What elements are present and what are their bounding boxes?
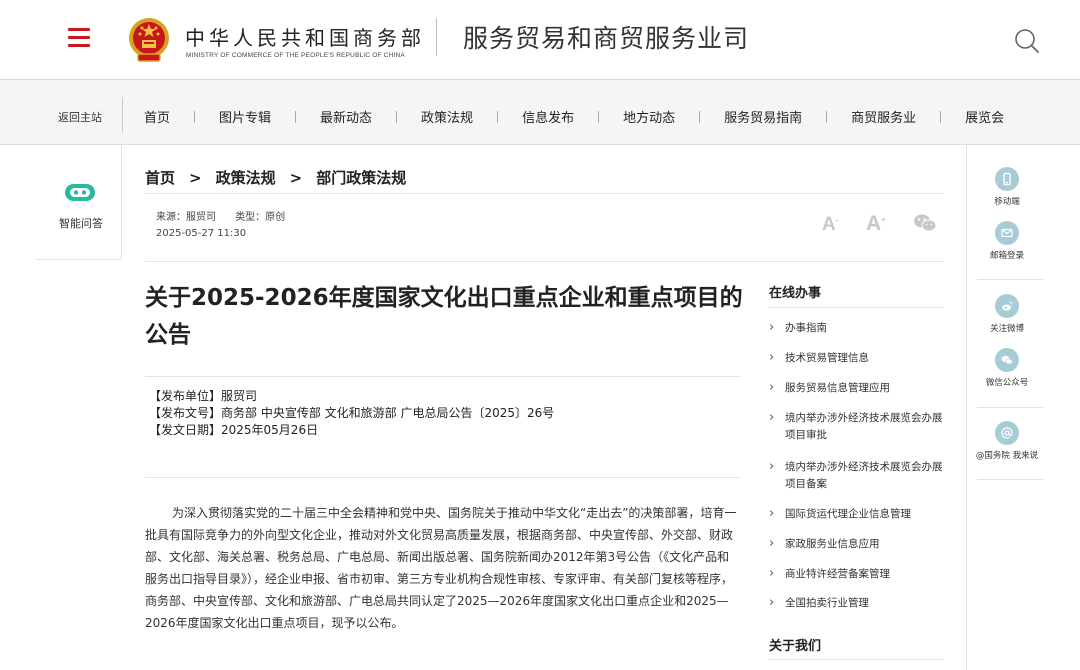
document-info: 【发布单位】服贸司 【发布文号】商务部 中央宣传部 文化和旅游部 广电总局公告〔…	[149, 388, 554, 439]
weibo-link[interactable]: 关注微博	[967, 294, 1047, 334]
smart-qa-label[interactable]: 智能问答	[59, 215, 103, 231]
state-council-link[interactable]: @国务院 我来说	[967, 421, 1047, 461]
online-services-title: 在线办事	[769, 286, 822, 301]
mobile-link[interactable]: 移动端	[967, 167, 1047, 207]
org-name-cn[interactable]: 中华人民共和国商务部	[185, 22, 425, 51]
org-name-en: MINISTRY OF COMMERCE OF THE PEOPLE'S REP…	[186, 52, 405, 59]
font-increase-sup: +	[881, 215, 886, 224]
nav-item-latest-news[interactable]: 最新动态	[320, 107, 372, 126]
title-divider	[145, 376, 741, 377]
article-source: 来源：服贸司	[156, 212, 216, 223]
font-decrease-sup: -	[835, 215, 839, 225]
font-size-decrease-button[interactable]: A-	[822, 214, 838, 236]
sidebar-item-auction[interactable]: 全国拍卖行业管理	[769, 595, 944, 612]
sidebar-item-freight-forwarding[interactable]: 国际货运代理企业信息管理	[769, 506, 944, 523]
weibo-icon[interactable]	[995, 294, 1019, 318]
breadcrumb-dept-policies[interactable]: 部门政策法规	[316, 169, 406, 187]
robot-assistant-icon[interactable]	[64, 181, 96, 203]
meta-divider	[145, 261, 944, 262]
nav-divider	[122, 97, 123, 133]
breadcrumb-home[interactable]: 首页	[145, 169, 175, 187]
doc-number: 【发布文号】商务部 中央宣传部 文化和旅游部 广电总局公告〔2025〕26号	[149, 406, 555, 420]
info-divider	[145, 477, 741, 478]
nav-item-trade-guide[interactable]: 服务贸易指南	[724, 107, 802, 126]
nav-separator	[295, 110, 297, 123]
sidebar-item-franchise[interactable]: 商业特许经营备案管理	[769, 566, 944, 583]
right-bar-divider	[977, 479, 1043, 480]
nav-separator	[194, 110, 196, 123]
nav-separator	[497, 110, 499, 123]
nav-separator	[826, 110, 828, 123]
mail-login-link[interactable]: 邮箱登录	[967, 221, 1047, 261]
doc-publisher: 【发布单位】服贸司	[149, 389, 258, 403]
mobile-label[interactable]: 移动端	[967, 195, 1047, 207]
wechat-share-icon[interactable]	[913, 213, 937, 233]
header-divider	[436, 18, 437, 56]
wechat-icon[interactable]	[995, 348, 1019, 372]
nav-item-home[interactable]: 首页	[144, 107, 170, 126]
nav-separator	[940, 110, 942, 123]
sidebar-item-housekeeping[interactable]: 家政服务业信息应用	[769, 536, 944, 553]
wechat-official-label[interactable]: 微信公众号	[967, 376, 1047, 388]
breadcrumb-policies[interactable]: 政策法规	[216, 169, 276, 187]
sidebar-item-service-trade-info[interactable]: 服务贸易信息管理应用	[769, 380, 944, 397]
font-decrease-glyph: A	[822, 214, 836, 235]
nav-separator	[699, 110, 701, 123]
article-body: 为深入贯彻落实党的二十届三中全会精神和党中央、国务院关于推动中华文化“走出去”的…	[145, 506, 737, 630]
breadcrumb-separator: >	[289, 169, 303, 187]
article-title: 关于2025-2026年度国家文化出口重点企业和重点项目的公告	[145, 285, 743, 348]
mail-icon[interactable]	[995, 221, 1019, 245]
font-size-increase-button[interactable]: A+	[866, 212, 886, 236]
nav-items: 首页 图片专辑 最新动态 政策法规 信息发布 地方动态 服务贸易指南 商贸服务业…	[144, 107, 1004, 126]
sidebar-item-tech-trade[interactable]: 技术贸易管理信息	[769, 350, 944, 367]
nav-item-photo-album[interactable]: 图片专辑	[219, 107, 271, 126]
right-tool-bar: 移动端 邮箱登录 关注微博 微信公众号 @国务院 我来说	[966, 145, 1046, 670]
nav-item-commerce-services[interactable]: 商贸服务业	[851, 107, 916, 126]
article-meta: 来源：服贸司 类型：原创	[156, 208, 285, 223]
sidebar-item-exhibition-filing[interactable]: 境内举办涉外经济技术展览会办展项目备案	[769, 459, 944, 493]
site-title[interactable]: 服务贸易和商贸服务业司	[463, 19, 749, 55]
about-us-title[interactable]: 关于我们	[769, 635, 821, 654]
mobile-icon[interactable]	[995, 167, 1019, 191]
nav-item-exhibitions[interactable]: 展览会	[965, 107, 1004, 126]
nav-item-local-news[interactable]: 地方动态	[623, 107, 675, 126]
nav-separator	[396, 110, 398, 123]
weibo-label[interactable]: 关注微博	[967, 322, 1047, 334]
wechat-official-link[interactable]: 微信公众号	[967, 348, 1047, 388]
return-main-site-link[interactable]: 返回主站	[58, 109, 102, 125]
national-emblem-icon[interactable]	[127, 16, 171, 64]
nav-item-policies[interactable]: 政策法规	[421, 107, 473, 126]
sidebar-item-exhibition-approval[interactable]: 境内举办涉外经济技术展览会办展项目审批	[769, 410, 944, 444]
smart-qa-panel[interactable]: 智能问答	[36, 145, 122, 260]
breadcrumb-divider	[145, 193, 944, 194]
main-nav: 返回主站 首页 图片专辑 最新动态 政策法规 信息发布 地方动态 服务贸易指南 …	[0, 80, 1080, 145]
state-council-label[interactable]: @国务院 我来说	[967, 449, 1047, 461]
site-header: 中华人民共和国商务部 MINISTRY OF COMMERCE OF THE P…	[0, 0, 1080, 80]
breadcrumb: 首页 > 政策法规 > 部门政策法规	[145, 167, 406, 188]
at-sign-icon[interactable]	[995, 421, 1019, 445]
font-increase-glyph: A	[866, 212, 882, 235]
nav-separator	[598, 110, 600, 123]
sidebar-divider	[769, 659, 944, 660]
mail-login-label[interactable]: 邮箱登录	[967, 249, 1047, 261]
article-type: 类型：原创	[235, 212, 286, 223]
right-bar-divider	[977, 279, 1043, 280]
nav-item-releases[interactable]: 信息发布	[522, 107, 574, 126]
breadcrumb-separator: >	[189, 169, 202, 187]
search-icon[interactable]	[1014, 28, 1040, 54]
hamburger-menu-icon[interactable]	[68, 28, 90, 48]
right-bar-divider	[977, 407, 1043, 408]
sidebar-divider	[769, 307, 944, 308]
sidebar-item-guide[interactable]: 办事指南	[769, 320, 944, 337]
article-date: 2025-05-27 11:30	[156, 228, 247, 239]
doc-publish-date: 【发文日期】2025年05月26日	[149, 423, 319, 437]
